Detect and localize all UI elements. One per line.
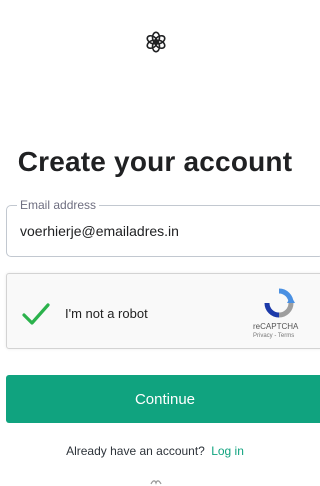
captcha-checkmark-icon[interactable] — [21, 302, 51, 326]
captcha-label: I'm not a robot — [65, 306, 148, 321]
recaptcha-logo-icon — [264, 288, 295, 318]
email-field[interactable]: Email address — [6, 198, 320, 257]
page-title: Create your account — [17, 146, 293, 177]
login-link[interactable]: Log in — [211, 444, 244, 458]
login-prompt-text: Already have an account? — [66, 444, 205, 458]
openai-logo-icon — [146, 31, 166, 53]
recaptcha-privacy-terms-links[interactable]: Privacy - Terms — [253, 333, 294, 339]
email-field-label: Email address — [17, 198, 100, 212]
email-input[interactable] — [20, 223, 300, 239]
partial-footer-icon — [150, 480, 162, 485]
login-prompt: Already have an account? Log in — [0, 444, 310, 458]
continue-button[interactable]: Continue — [6, 375, 320, 423]
recaptcha-widget: I'm not a robot reCAPTCHA Privacy - Term… — [6, 273, 320, 349]
recaptcha-brand-text: reCAPTCHA — [253, 322, 299, 331]
